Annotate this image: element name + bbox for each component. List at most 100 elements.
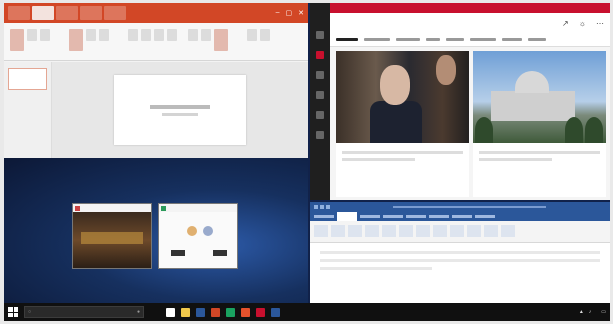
tab-category[interactable]: [528, 38, 546, 41]
tab-category[interactable]: [446, 38, 464, 41]
home-icon[interactable]: [316, 51, 324, 59]
news-app-header: ↗ ☼ ⋯: [330, 13, 610, 33]
news-article-card[interactable]: [336, 51, 469, 197]
tab-category[interactable]: [502, 38, 522, 41]
ribbon-command[interactable]: [501, 225, 515, 237]
ribbon-command[interactable]: [246, 29, 257, 41]
video-icon[interactable]: [316, 111, 324, 119]
document-body[interactable]: [310, 243, 610, 278]
maximize-button[interactable]: ▢: [286, 9, 293, 17]
ribbon-command[interactable]: [86, 29, 97, 41]
word-window[interactable]: [310, 202, 610, 304]
ribbon-command[interactable]: [154, 29, 165, 41]
minimize-button[interactable]: –: [276, 9, 280, 17]
slide-thumbnail[interactable]: [8, 68, 47, 90]
news-app-window[interactable]: ↗ ☼ ⋯: [310, 3, 610, 200]
redo-icon[interactable]: [326, 205, 330, 209]
ribbon-tab[interactable]: [452, 215, 472, 218]
ribbon-tab[interactable]: [475, 215, 495, 218]
notifications-icon[interactable]: ▭: [601, 309, 606, 315]
slide-subtitle-placeholder[interactable]: [162, 112, 198, 116]
ribbon-tab[interactable]: [406, 215, 426, 218]
ribbon-command[interactable]: [200, 29, 211, 41]
header-actions: ↗ ☼ ⋯: [562, 19, 604, 28]
tab-category[interactable]: [336, 38, 358, 41]
ribbon-command[interactable]: [187, 29, 198, 41]
ribbon-command[interactable]: [40, 29, 50, 41]
ribbon-command[interactable]: [348, 225, 362, 237]
ribbon-command[interactable]: [128, 29, 139, 41]
ribbon-tab[interactable]: [383, 215, 403, 218]
taskbar-app-icon[interactable]: [211, 307, 220, 317]
ribbon-command[interactable]: [467, 225, 481, 237]
ribbon-tab[interactable]: [56, 6, 78, 20]
network-icon[interactable]: ▲: [579, 309, 584, 315]
ribbon-tab[interactable]: [314, 215, 334, 218]
taskbar-app-icon[interactable]: [181, 307, 190, 317]
share-icon[interactable]: ↗: [562, 19, 569, 28]
ribbon-tab[interactable]: [104, 6, 126, 20]
taskbar-app-icon[interactable]: [226, 307, 235, 317]
ribbon-command[interactable]: [99, 29, 110, 41]
taskbar-app-icon[interactable]: [196, 307, 205, 317]
taskbar-app-icon[interactable]: [271, 307, 280, 317]
taskbar-app-icon[interactable]: [256, 307, 265, 317]
close-button[interactable]: ✕: [298, 9, 304, 17]
news-article-card[interactable]: [473, 51, 606, 197]
word-ribbon-tabs: [310, 212, 610, 221]
volume-icon[interactable]: ♪: [589, 309, 592, 315]
new-slide-button[interactable]: [69, 29, 84, 51]
ribbon-command[interactable]: [399, 225, 413, 237]
powerpoint-window[interactable]: – ▢ ✕: [4, 3, 308, 158]
bookmark-icon[interactable]: [316, 71, 324, 79]
ribbon-tab[interactable]: [8, 6, 30, 20]
ribbon-tab[interactable]: [80, 6, 102, 20]
microphone-icon[interactable]: ●: [137, 309, 140, 315]
lightbulb-icon[interactable]: ☼: [579, 19, 586, 28]
start-button[interactable]: [8, 307, 18, 317]
tab-category[interactable]: [470, 38, 496, 41]
ribbon-command[interactable]: [484, 225, 498, 237]
shapes-button[interactable]: [213, 29, 228, 51]
word-titlebar[interactable]: [310, 202, 610, 212]
ribbon-command[interactable]: [365, 225, 379, 237]
tab-category[interactable]: [426, 38, 440, 41]
undo-icon[interactable]: [320, 205, 324, 209]
task-view-window[interactable]: [72, 203, 152, 269]
tab-category[interactable]: [364, 38, 390, 41]
ribbon-tab[interactable]: [429, 215, 449, 218]
search-input[interactable]: ○ ●: [24, 306, 144, 318]
image-detail: [515, 71, 549, 93]
ribbon-command[interactable]: [450, 225, 464, 237]
ribbon-command[interactable]: [167, 29, 178, 41]
slide-title-placeholder[interactable]: [150, 104, 210, 109]
menu-icon[interactable]: [316, 31, 324, 39]
article-text: [336, 143, 469, 169]
more-icon[interactable]: ⋯: [596, 19, 604, 28]
taskbar-app-icon[interactable]: [241, 307, 250, 317]
ribbon-tab[interactable]: [360, 215, 380, 218]
ribbon-command[interactable]: [141, 29, 152, 41]
task-view-window[interactable]: [158, 203, 238, 269]
desktop-screen: – ▢ ✕ ↗ ☼ ⋯ ○ ● ▲ ♪ ▭: [4, 3, 610, 321]
settings-icon[interactable]: [316, 131, 324, 139]
taskbar-app-icon[interactable]: [166, 307, 175, 317]
save-icon[interactable]: [314, 205, 318, 209]
tab-category[interactable]: [396, 38, 420, 41]
image-detail: [585, 117, 603, 143]
ribbon-command[interactable]: [331, 225, 345, 237]
ribbon-command[interactable]: [433, 225, 447, 237]
article-image: [473, 51, 606, 143]
paste-button[interactable]: [10, 29, 24, 51]
ribbon-command[interactable]: [416, 225, 430, 237]
powerpoint-titlebar[interactable]: – ▢ ✕: [4, 3, 308, 23]
ribbon-command[interactable]: [259, 29, 270, 41]
ribbon-command[interactable]: [314, 225, 328, 237]
ribbon-command[interactable]: [382, 225, 396, 237]
ribbon-tab-home[interactable]: [337, 212, 357, 221]
window-controls: – ▢ ✕: [276, 9, 304, 17]
slide-canvas[interactable]: [114, 75, 246, 145]
ribbon-command[interactable]: [27, 29, 37, 41]
ribbon-tab-home[interactable]: [32, 6, 54, 20]
local-icon[interactable]: [316, 91, 324, 99]
